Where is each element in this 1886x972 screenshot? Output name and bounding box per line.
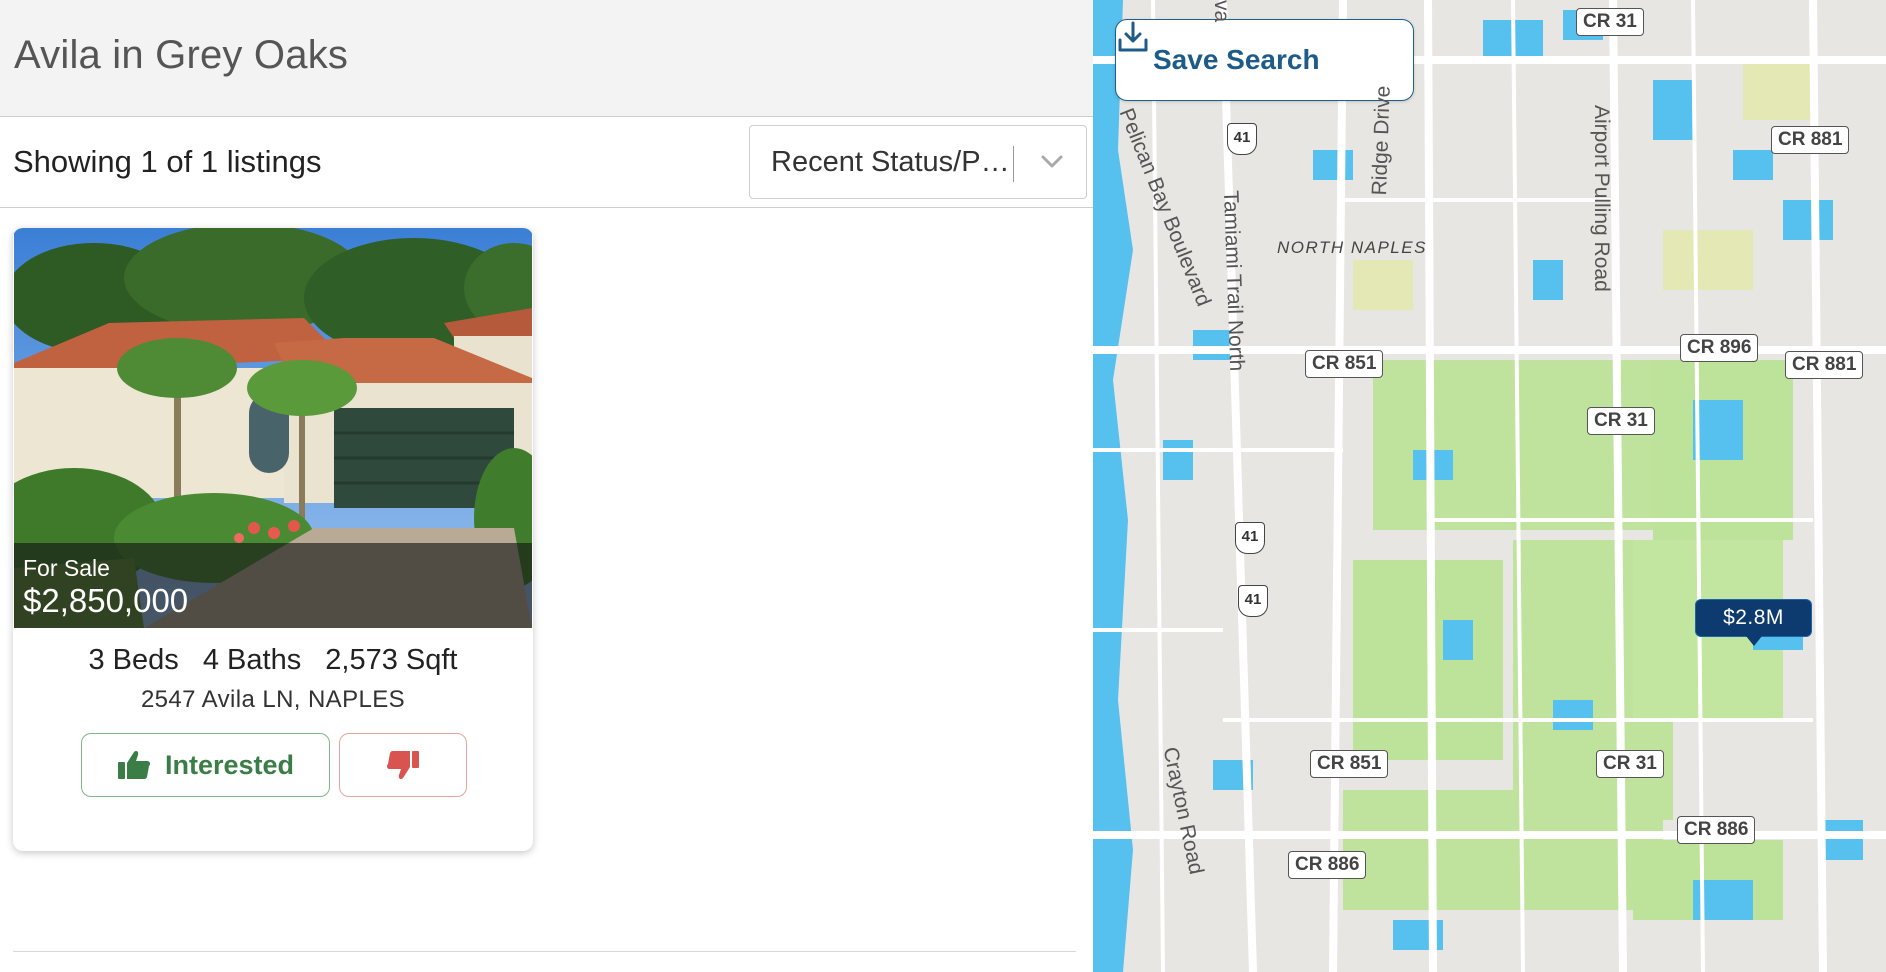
save-search-button[interactable]: Save Search — [1115, 19, 1414, 101]
road-shield: CR 886 — [1288, 851, 1367, 879]
listing-sqft: 2,573 Sqft — [325, 644, 458, 676]
download-icon — [1118, 21, 1148, 52]
road-shield: CR 31 — [1596, 750, 1664, 778]
listing-beds: 3 Beds — [88, 644, 179, 676]
chevron-down-icon[interactable] — [1034, 144, 1070, 180]
road-shield: CR 896 — [1680, 334, 1759, 362]
listing-photo[interactable]: For Sale $2,850,000 — [14, 228, 532, 628]
sort-selected-value: Recent Status/Price Change — [771, 146, 1016, 178]
area-label: NORTH NAPLES — [1277, 238, 1427, 257]
map-tiles[interactable] — [1093, 0, 1886, 972]
listing-status: For Sale — [23, 555, 110, 581]
listing-count: Showing 1 of 1 listings — [13, 144, 322, 179]
listing-price: $2,850,000 — [23, 582, 189, 619]
thumbs-down-icon — [386, 751, 419, 779]
header: Avila in Grey Oaks — [0, 0, 1093, 117]
map-view[interactable]: Save Search CR 31 CR 881 CR 851 CR 896 C… — [1093, 0, 1886, 972]
listing-specs: 3 Beds 4 Baths 2,573 Sqft — [13, 644, 533, 677]
road-shield: CR 851 — [1310, 750, 1389, 778]
listings-panel: Avila in Grey Oaks Showing 1 of 1 listin… — [0, 0, 1093, 972]
road-label: Airport Pulling Road — [1590, 105, 1613, 292]
thumbs-up-icon — [117, 751, 151, 779]
road-shield: CR 851 — [1305, 350, 1384, 378]
listing-card[interactable]: For Sale $2,850,000 3 Beds 4 Baths 2,573… — [13, 228, 533, 851]
road-shield: CR 886 — [1677, 816, 1756, 844]
road-shield: CR 31 — [1587, 407, 1655, 435]
listing-baths: 4 Baths — [202, 644, 302, 676]
interested-label: Interested — [164, 749, 295, 780]
us-route-shield: 41 — [1227, 123, 1257, 155]
divider — [13, 951, 1076, 952]
not-interested-button[interactable] — [339, 733, 467, 797]
page-title: Avila in Grey Oaks — [14, 33, 349, 77]
us-route-shield: 41 — [1235, 522, 1265, 554]
dropdown-separator — [1013, 146, 1014, 182]
listing-address: 2547 Avila LN, NAPLES — [140, 686, 406, 713]
road-label: Ridge Drive — [1368, 85, 1395, 196]
road-shield: CR 31 — [1576, 8, 1644, 36]
price-marker[interactable]: $2.8M — [1695, 599, 1812, 646]
road-shield: CR 881 — [1785, 351, 1864, 379]
us-route-shield: 41 — [1238, 585, 1268, 617]
results-toolbar: Showing 1 of 1 listings Recent Status/Pr… — [0, 118, 1093, 208]
sort-dropdown[interactable]: Recent Status/Price Change — [749, 125, 1087, 199]
save-search-label: Save Search — [1153, 44, 1320, 75]
road-label: va — [1210, 0, 1233, 23]
interested-button[interactable]: Interested — [81, 733, 330, 797]
road-shield: CR 881 — [1771, 126, 1850, 154]
